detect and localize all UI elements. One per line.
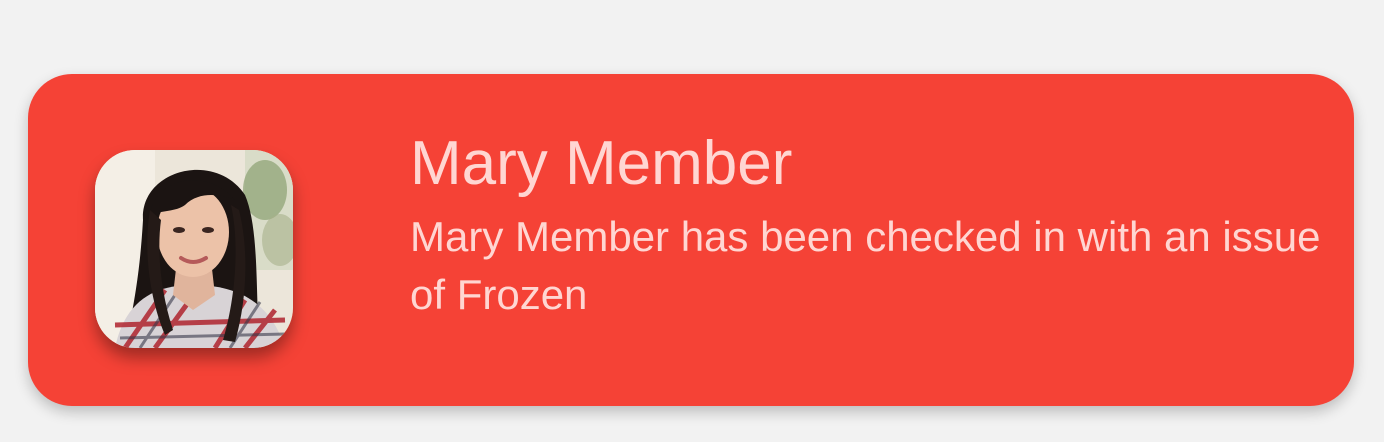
notification-text: Mary Member Mary Member has been checked… [410,128,1330,324]
notification-message: Mary Member has been checked in with an … [410,213,1321,318]
notification-title: Mary Member [410,129,793,198]
user-avatar [95,150,293,348]
notification-card[interactable]: Mary Member Mary Member has been checked… [28,74,1354,406]
avatar-photo-icon [95,150,293,348]
